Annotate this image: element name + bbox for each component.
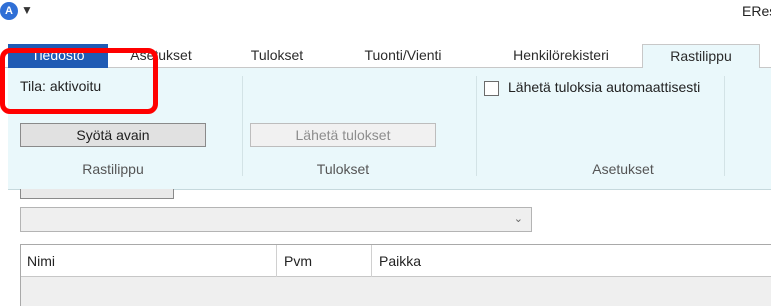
auto-send-label[interactable]: Lähetä tuloksia automaattisesti	[508, 79, 700, 95]
group-separator	[476, 76, 477, 176]
quick-access-dropdown-icon[interactable]: ▼	[21, 3, 33, 17]
window-title: ERes	[742, 3, 771, 19]
tab-rastilippu[interactable]: Rastilippu	[642, 44, 760, 69]
results-grid[interactable]: Nimi Pvm Paikka	[20, 244, 771, 306]
group-label-settings: Asetukset	[592, 161, 654, 177]
chevron-down-icon[interactable]: ⌄	[514, 212, 523, 225]
column-separator[interactable]	[371, 245, 372, 277]
group-separator	[724, 76, 725, 176]
event-select-combo[interactable]: ⌄	[20, 207, 532, 232]
tab-results[interactable]: Tulokset	[236, 44, 318, 68]
group-label-results: Tulokset	[316, 161, 370, 177]
column-header-name[interactable]: Nimi	[27, 253, 55, 269]
column-separator[interactable]	[276, 245, 277, 277]
group-label-rastilippu: Rastilippu	[82, 161, 144, 177]
send-results-button[interactable]: Lähetä tulokset	[250, 123, 436, 147]
auto-send-checkbox[interactable]	[484, 81, 499, 96]
highlight-annotation	[0, 48, 158, 114]
column-header-place[interactable]: Paikka	[379, 253, 421, 269]
tab-import-export[interactable]: Tuonti/Vienti	[348, 44, 458, 68]
app-logo-icon[interactable]: A	[0, 2, 18, 20]
column-header-date[interactable]: Pvm	[284, 253, 312, 269]
tab-person-register[interactable]: Henkilörekisteri	[496, 44, 626, 68]
title-bar: A ▼ ERes	[0, 0, 771, 22]
grid-header: Nimi Pvm Paikka	[21, 245, 771, 277]
enter-key-button[interactable]: Syötä avain	[20, 123, 206, 147]
partial-button[interactable]	[20, 189, 174, 199]
group-separator	[242, 76, 243, 176]
